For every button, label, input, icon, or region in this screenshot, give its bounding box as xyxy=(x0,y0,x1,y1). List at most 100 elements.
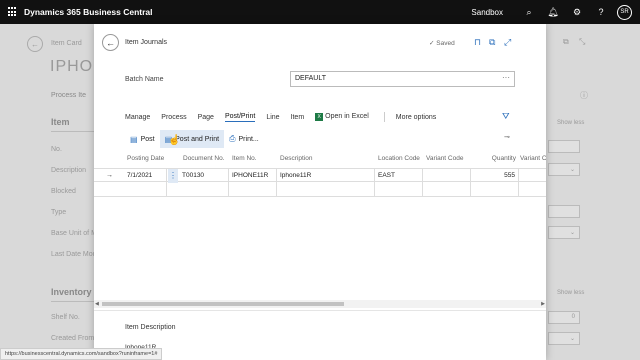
item-journals-dialog: ← Item Journals ✓ Saved ⊓ ⧉ ⤢ Batch Name… xyxy=(94,24,546,360)
bg-field-label: Created From xyxy=(51,335,95,342)
bg-field-label: Description xyxy=(51,167,87,174)
empty-cell[interactable] xyxy=(375,183,423,197)
gear-icon[interactable]: ⚙ xyxy=(565,7,589,18)
table-row[interactable]: → 7/1/2021 ⋮ T00130 IPHONE11R Iphone11R … xyxy=(94,168,546,183)
scroll-right-icon[interactable]: ▶ xyxy=(541,300,545,308)
bg-show-less: Show less xyxy=(557,290,585,296)
horizontal-scrollbar[interactable]: ◀ ▶ xyxy=(94,300,546,308)
bg-field-box xyxy=(548,140,580,153)
column-header[interactable]: Posting Date xyxy=(127,152,177,166)
batch-name-label: Batch Name xyxy=(125,76,164,83)
app-bar: Dynamics 365 Business Central Sandbox ⌕ … xyxy=(0,0,640,24)
cell-location-code[interactable]: EAST xyxy=(375,169,423,183)
menu-post-print[interactable]: Post/Print xyxy=(224,113,256,122)
app-title[interactable]: Dynamics 365 Business Central xyxy=(24,7,153,17)
post-print-actions: ▤ Post ▤ Post and Print ⎙ Print... xyxy=(125,128,515,150)
cell-variant-code[interactable] xyxy=(423,169,471,183)
cell-description[interactable]: Iphone11R xyxy=(277,169,375,183)
bg-field-label: Shelf No. xyxy=(51,314,80,321)
batch-name-value: DEFAULT xyxy=(295,75,326,82)
empty-cell[interactable] xyxy=(229,183,277,197)
bookmark-icon[interactable]: ⊓ xyxy=(474,37,481,48)
action-menu: Manage Process Page Post/Print Line Item… xyxy=(125,112,447,122)
environment-name: Sandbox xyxy=(471,7,503,17)
bg-field-box: ⌄ xyxy=(548,332,580,345)
avatar[interactable]: SR xyxy=(617,4,632,20)
cell-item-no[interactable]: IPHONE11R xyxy=(229,169,277,183)
cell-variant-c[interactable] xyxy=(519,169,546,183)
divider xyxy=(383,112,385,122)
info-icon: ⓘ xyxy=(580,91,588,100)
cell-posting-date[interactable]: 7/1/2021 xyxy=(124,169,167,183)
empty-cell[interactable] xyxy=(124,183,167,197)
menu-item[interactable]: Item xyxy=(291,114,305,121)
empty-cell[interactable] xyxy=(277,183,375,197)
scrollbar-thumb[interactable] xyxy=(102,302,344,306)
bg-field-label: Blocked xyxy=(51,188,76,195)
divider xyxy=(51,131,95,132)
lookup-button[interactable]: ··· xyxy=(502,73,510,82)
check-icon: ✓ xyxy=(429,40,435,47)
bell-icon[interactable]: 🔔︎ xyxy=(541,7,565,18)
expand-icon[interactable]: ⤢ xyxy=(504,37,511,48)
batch-name-input[interactable]: DEFAULT ··· xyxy=(290,71,515,87)
search-icon[interactable]: ⌕ xyxy=(517,7,541,18)
grid-header: Posting Date Document No. Item No. Descr… xyxy=(94,152,546,166)
bg-show-less: Show less xyxy=(557,120,585,126)
empty-cell[interactable] xyxy=(471,183,519,197)
open-in-excel-button[interactable]: X Open in Excel xyxy=(315,113,369,121)
more-options-button[interactable]: More options xyxy=(396,114,436,121)
cell-document-no[interactable]: T00130 xyxy=(179,169,229,183)
excel-icon: X xyxy=(315,113,324,121)
status-url: https://businesscentral.dynamics.com/san… xyxy=(0,348,163,360)
app-launcher-icon[interactable] xyxy=(8,7,18,17)
cell-quantity[interactable]: 555 xyxy=(471,169,519,183)
bg-field-box xyxy=(548,205,580,218)
bg-field-label: Last Date Mod xyxy=(51,251,97,258)
scroll-left-icon[interactable]: ◀ xyxy=(95,300,99,308)
bg-section-inventory: Inventory xyxy=(51,287,92,297)
menu-process[interactable]: Process xyxy=(161,114,186,121)
column-header[interactable]: Quantity xyxy=(474,152,516,166)
bg-tabs: Process Ite xyxy=(51,92,87,99)
column-header[interactable]: Description xyxy=(280,152,370,166)
row-indicator-icon: → xyxy=(106,172,113,179)
bg-field-box: 0 xyxy=(548,311,580,324)
filter-icon[interactable]: ⛛ xyxy=(502,111,510,122)
mouse-pointer-icon: ☝ xyxy=(168,135,181,146)
menu-page[interactable]: Page xyxy=(198,114,214,121)
empty-row[interactable] xyxy=(94,183,546,197)
divider xyxy=(51,301,95,302)
empty-cell[interactable] xyxy=(423,183,471,197)
saved-status: ✓ Saved xyxy=(429,40,455,47)
empty-cell[interactable] xyxy=(179,183,229,197)
post-button[interactable]: ▤ Post xyxy=(125,130,160,148)
post-icon: ▤ xyxy=(130,134,138,144)
bg-field-box: ⌄ xyxy=(548,226,580,239)
page-title: Item Journals xyxy=(125,39,168,46)
printer-icon: ⎙ xyxy=(229,134,236,143)
back-icon: ← xyxy=(27,36,43,52)
bg-page-title: Item Card xyxy=(51,40,82,47)
bg-field-label: Base Unit of M xyxy=(51,230,97,237)
pin-icon[interactable]: ⊸ xyxy=(504,133,510,141)
column-header[interactable]: Location Code xyxy=(378,152,424,166)
row-actions-button[interactable]: ⋮ xyxy=(168,169,178,183)
collapse-icon: ⤡ xyxy=(579,37,586,46)
column-header[interactable]: Document No. xyxy=(183,152,229,166)
bg-section-item: Item xyxy=(51,117,70,127)
column-header[interactable]: Item No. xyxy=(232,152,278,166)
help-icon[interactable]: ? xyxy=(589,7,613,17)
arrow-left-icon: ← xyxy=(106,37,115,48)
column-header[interactable]: Variant C xyxy=(520,152,546,166)
menu-manage[interactable]: Manage xyxy=(125,114,150,121)
divider xyxy=(94,310,546,311)
item-description-label: Item Description xyxy=(125,324,176,331)
bg-field-label: Type xyxy=(51,209,67,216)
back-button[interactable]: ← xyxy=(102,34,119,51)
print-button[interactable]: ⎙ Print... xyxy=(224,130,264,148)
open-new-window-icon[interactable]: ⧉ xyxy=(489,37,495,48)
menu-line[interactable]: Line xyxy=(266,114,279,121)
open-new-window-icon: ⧉ xyxy=(563,37,569,46)
column-header[interactable]: Variant Code xyxy=(426,152,472,166)
